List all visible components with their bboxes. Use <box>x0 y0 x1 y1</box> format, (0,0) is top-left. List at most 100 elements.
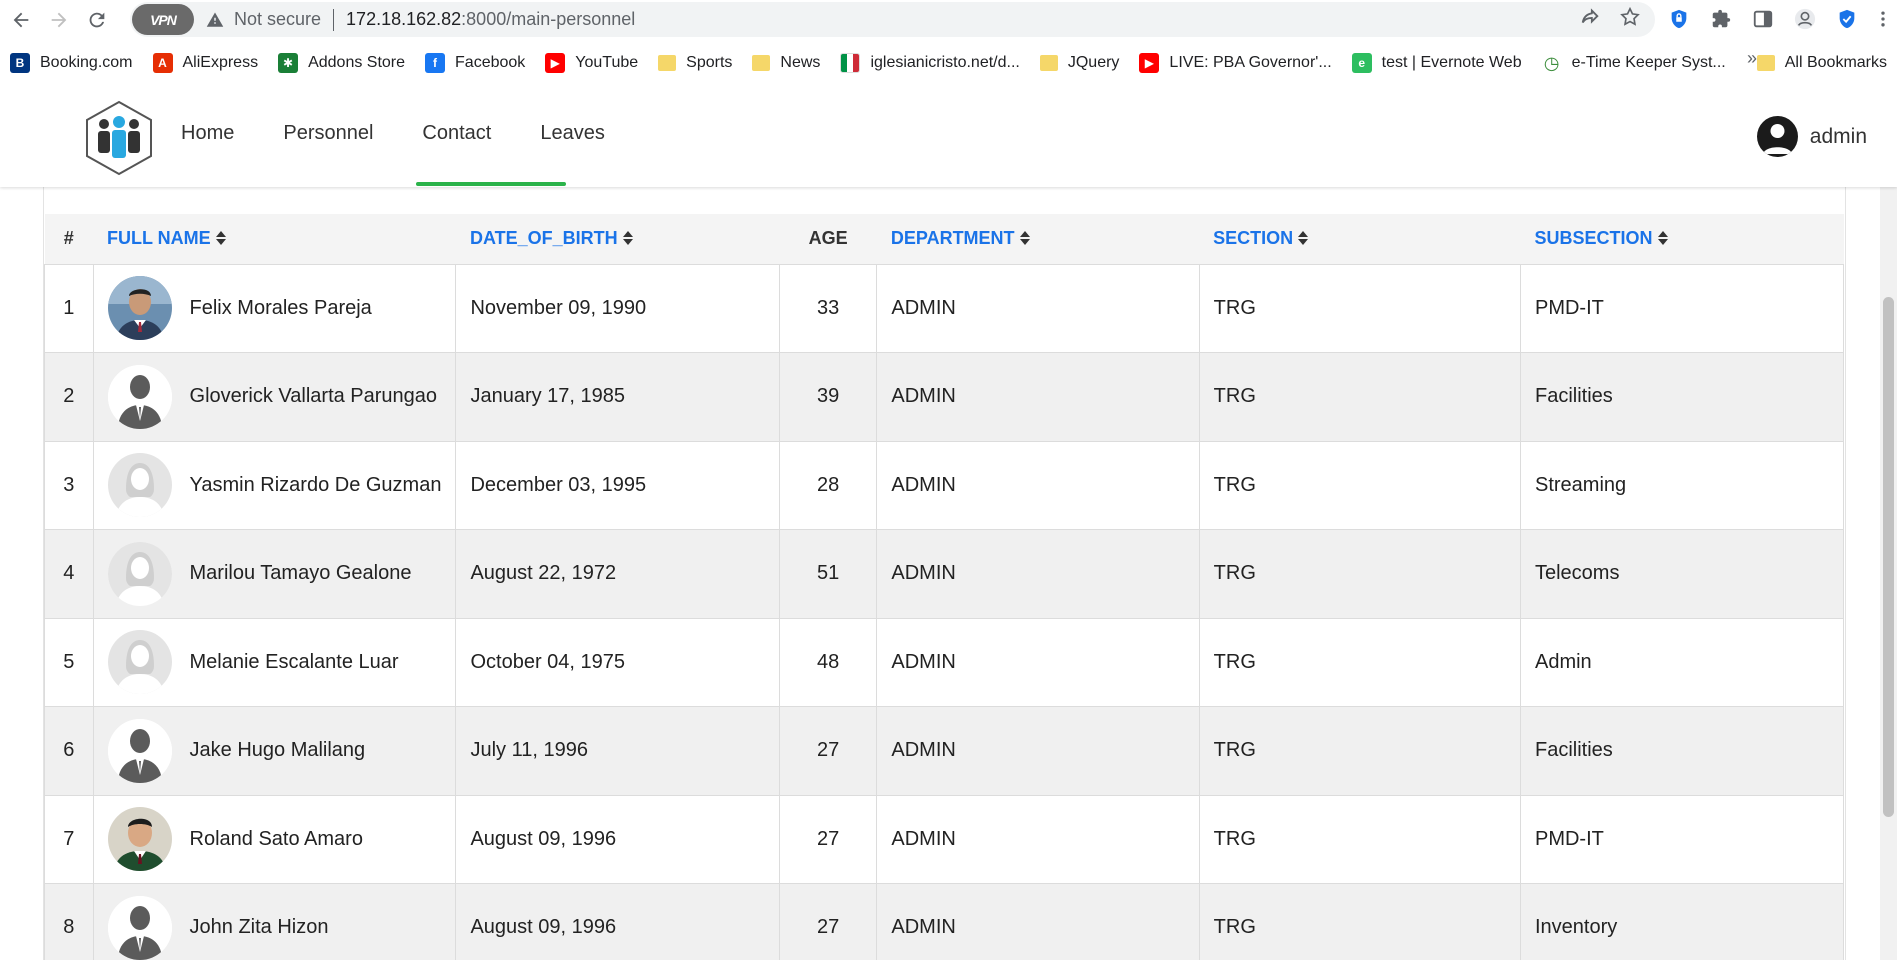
cell-section: TRG <box>1198 440 1521 530</box>
bookmark-item[interactable]: ✱ Addons Store <box>268 48 415 78</box>
sort-caret-icon[interactable] <box>1657 230 1669 246</box>
cell-full-name[interactable]: Jake Hugo Malilang <box>92 706 457 796</box>
user-menu[interactable]: admin <box>1756 116 1867 157</box>
avatar <box>107 541 172 606</box>
sort-department-link[interactable]: DEPARTMENT <box>891 228 1015 248</box>
table-row[interactable]: 2 Gloverick Vallarta Parungao January 17, … <box>44 352 1845 442</box>
evernote-icon: e <box>1351 53 1372 73</box>
cell-subsection: Streaming <box>1519 440 1845 530</box>
addons-store-icon: ✱ <box>278 53 299 73</box>
row-number: 6 <box>44 706 94 796</box>
sort-dob-link[interactable]: DATE_OF_BIRTH <box>470 228 618 248</box>
header-department[interactable]: DEPARTMENT <box>876 214 1200 265</box>
cell-age: 28 <box>778 440 878 530</box>
bookmark-item[interactable]: News <box>742 48 830 78</box>
bookmark-item[interactable]: ▶ LIVE: PBA Governor'... <box>1129 48 1341 78</box>
header-full-name[interactable]: FULL NAME <box>93 214 456 265</box>
bookmark-item[interactable]: ◷ e-Time Keeper Syst... <box>1532 48 1736 78</box>
bookmark-item[interactable]: B Booking.com <box>0 48 143 78</box>
active-tab-indicator <box>416 182 566 186</box>
table-header-row: # FULL NAME DATE_OF_BIRTH AGE DEPARTMENT… <box>44 214 1844 265</box>
forward-button[interactable] <box>42 3 76 37</box>
youtube-icon: ▶ <box>545 53 566 73</box>
bookmark-label: test | Evernote Web <box>1381 54 1522 71</box>
extension-shield-lock[interactable] <box>1663 3 1695 35</box>
cell-section: TRG <box>1198 529 1521 619</box>
address-bar[interactable]: VPN Not secure 172.18.162.82:8000/main-p… <box>130 2 1655 37</box>
full-name-text: John Zita Hizon <box>189 916 329 939</box>
header-subsection[interactable]: SUBSECTION <box>1520 214 1844 265</box>
cell-full-name[interactable]: Gloverick Vallarta Parungao <box>92 352 457 442</box>
table-row[interactable]: 6 Jake Hugo Malilang July 11, 1996 27 ADMIN T… <box>44 706 1845 796</box>
sort-full-name-link[interactable]: FULL NAME <box>107 228 211 248</box>
side-panel-button[interactable] <box>1747 3 1779 35</box>
avatar <box>107 630 172 695</box>
page-scrollbar[interactable] <box>1880 187 1897 960</box>
table-row[interactable]: 8 John Zita Hizon August 09, 1996 27 ADMIN TR… <box>44 883 1845 960</box>
header-dob[interactable]: DATE_OF_BIRTH <box>455 214 780 265</box>
url-text[interactable]: 172.18.162.82:8000/main-personnel <box>346 9 635 30</box>
bookmark-item[interactable]: iglesianicristo.net/d... <box>830 48 1029 78</box>
browser-menu-button[interactable] <box>1873 3 1893 35</box>
security-status[interactable]: Not secure <box>234 9 321 30</box>
booking-icon: B <box>10 53 30 73</box>
bookmark-item[interactable]: f Facebook <box>415 48 535 78</box>
site-navbar: Home Personnel Contact Leaves admin <box>0 86 1897 187</box>
cell-full-name[interactable]: Roland Sato Amaro <box>92 794 457 884</box>
profile-button[interactable] <box>1789 3 1821 35</box>
bookmark-item[interactable]: e test | Evernote Web <box>1342 48 1532 78</box>
all-bookmarks-button[interactable]: All Bookmarks <box>1747 48 1897 78</box>
bookmark-label: AliExpress <box>182 54 259 71</box>
warning-icon[interactable] <box>206 11 224 29</box>
youtube-icon: ▶ <box>1139 53 1160 73</box>
row-number: 8 <box>44 883 94 960</box>
vpn-badge[interactable]: VPN <box>132 4 194 35</box>
table-row[interactable]: 3 Yasmin Rizardo De Guzman December 03, 19… <box>44 440 1845 530</box>
cell-section: TRG <box>1198 263 1521 353</box>
extensions-button[interactable] <box>1705 3 1737 35</box>
cell-section: TRG <box>1198 352 1521 442</box>
cell-full-name[interactable]: Melanie Escalante Luar <box>92 617 457 707</box>
row-number: 1 <box>44 263 94 353</box>
reload-button[interactable] <box>80 3 114 37</box>
nav-contact[interactable]: Contact <box>422 122 491 145</box>
extension-shield-check[interactable] <box>1831 3 1863 35</box>
bookmark-item[interactable]: Sports <box>648 48 742 78</box>
table-row[interactable]: 4 Marilou Tamayo Gealone August 22, 1972 51… <box>44 529 1845 619</box>
cell-full-name[interactable]: Marilou Tamayo Gealone <box>92 529 457 619</box>
table-row[interactable]: 1 Felix Morales Pareja November 09, 1990 33… <box>44 263 1845 353</box>
header-section[interactable]: SECTION <box>1199 214 1521 265</box>
sort-section-link[interactable]: SECTION <box>1213 228 1293 248</box>
shield-check-icon <box>1839 9 1855 29</box>
star-icon[interactable] <box>1619 6 1641 28</box>
cell-full-name[interactable]: Yasmin Rizardo De Guzman <box>92 440 457 530</box>
nav-personnel[interactable]: Personnel <box>283 122 373 145</box>
sort-caret-icon[interactable] <box>1019 230 1031 246</box>
sort-caret-icon[interactable] <box>1297 230 1309 246</box>
cell-dob: August 22, 1972 <box>455 529 780 619</box>
table-row[interactable]: 5 Melanie Escalante Luar October 04, 1975 4… <box>44 617 1845 707</box>
cell-full-name[interactable]: John Zita Hizon <box>92 883 457 960</box>
scrollbar-thumb[interactable] <box>1883 297 1894 817</box>
table-row[interactable]: 7 Roland Sato Amaro August 09, 1996 27 ADMIN… <box>44 794 1845 884</box>
cell-subsection: Admin <box>1519 617 1845 707</box>
back-button[interactable] <box>4 3 38 37</box>
cell-full-name[interactable]: Felix Morales Pareja <box>92 263 457 353</box>
nav-home[interactable]: Home <box>181 122 234 145</box>
cell-subsection: PMD-IT <box>1519 794 1845 884</box>
full-name-text: Melanie Escalante Luar <box>189 650 399 673</box>
header-num: # <box>44 214 94 265</box>
arrow-right-icon <box>51 12 67 27</box>
sort-subsection-link[interactable]: SUBSECTION <box>1534 228 1652 248</box>
bookmark-item[interactable]: ▶ YouTube <box>535 48 648 78</box>
share-icon[interactable] <box>1579 6 1601 28</box>
bookmark-item[interactable]: A AliExpress <box>143 48 269 78</box>
sort-caret-icon[interactable] <box>215 230 227 246</box>
sort-caret-icon[interactable] <box>622 230 634 246</box>
full-name-text: Gloverick Vallarta Parungao <box>189 385 438 408</box>
personnel-logo-icon[interactable] <box>84 100 154 176</box>
nav-leaves[interactable]: Leaves <box>540 122 605 145</box>
cell-age: 39 <box>778 352 878 442</box>
cell-dob: January 17, 1985 <box>455 352 780 442</box>
bookmark-item[interactable]: JQuery <box>1030 48 1130 78</box>
